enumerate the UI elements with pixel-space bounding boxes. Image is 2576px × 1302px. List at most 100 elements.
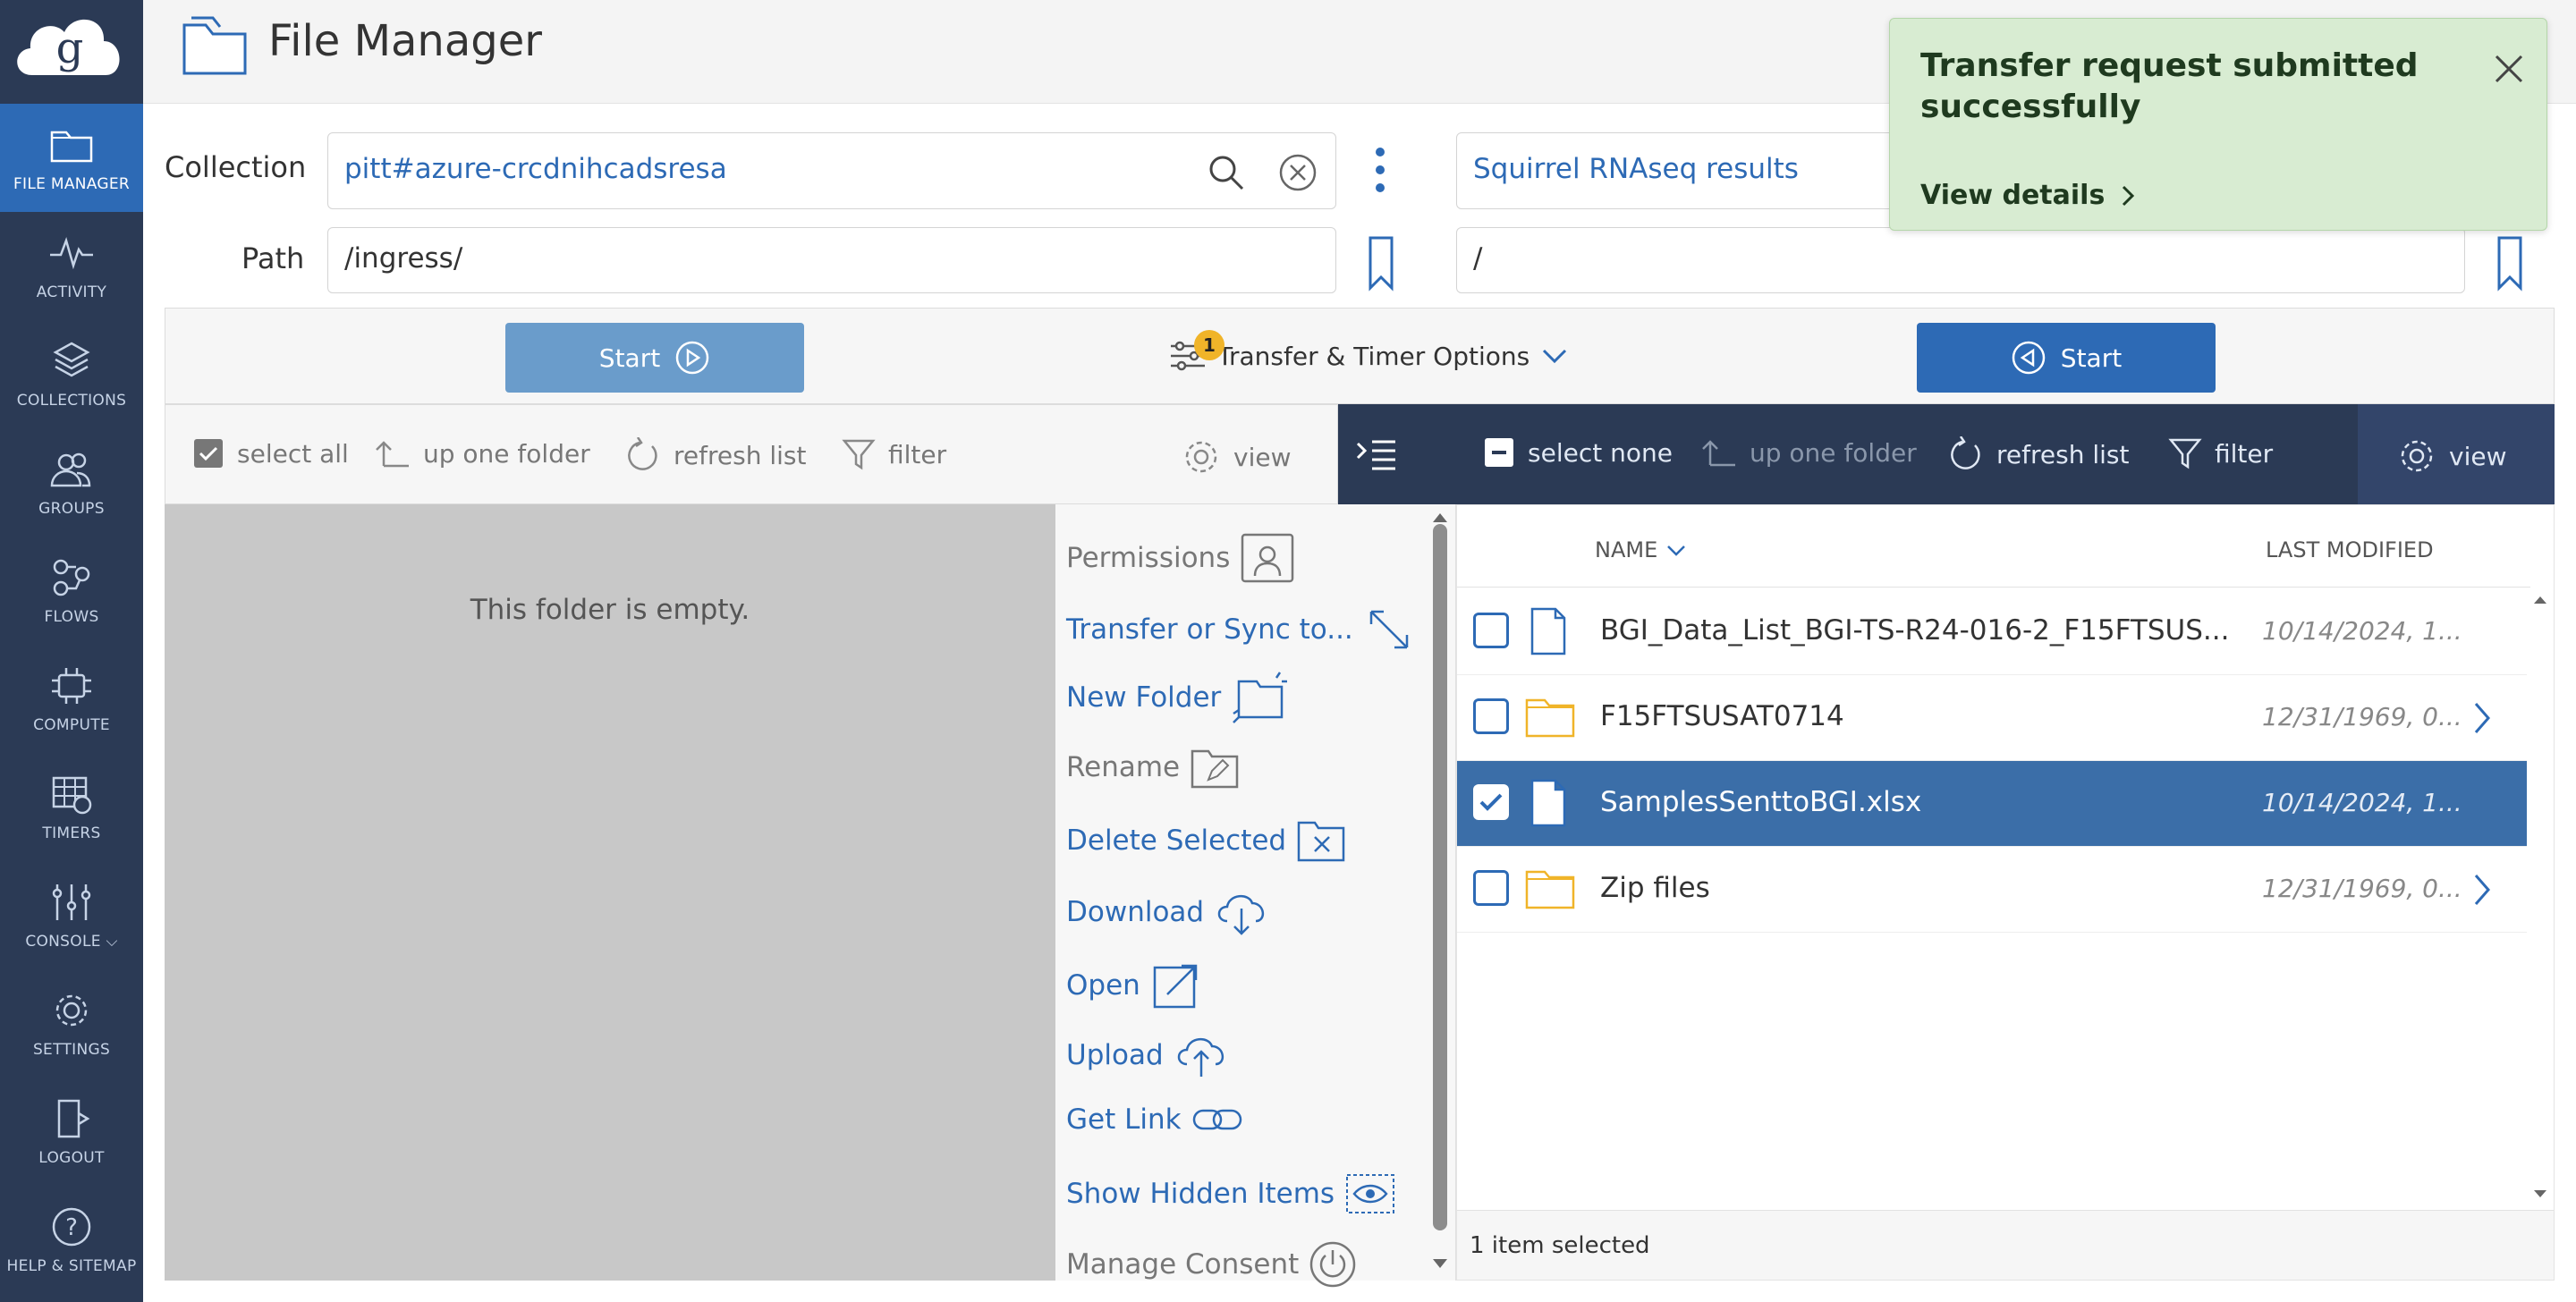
selection-count: 1 item selected	[1470, 1232, 1650, 1259]
up-one-folder-label: up one folder	[423, 438, 590, 469]
path-label: Path	[242, 241, 305, 275]
search-icon[interactable]	[1205, 151, 1248, 194]
sidebar-item-label: FLOWS	[44, 608, 99, 626]
left-path-field[interactable]: /ingress/	[327, 227, 1336, 293]
toggle-panel-icon[interactable]	[1354, 436, 1399, 472]
sidebar-item-label: FILE MANAGER	[13, 175, 131, 193]
chevron-right-icon[interactable]	[2471, 872, 2493, 908]
action-transfer-sync[interactable]: Transfer or Sync to...	[1066, 603, 1416, 656]
file-icon	[1530, 607, 1566, 655]
sidebar-item-groups[interactable]: GROUPS	[0, 428, 143, 537]
sidebar-item-help[interactable]: ? HELP & SITEMAP	[0, 1186, 143, 1294]
action-download[interactable]: Download	[1066, 887, 1270, 937]
name-column-header[interactable]: NAME	[1595, 537, 1688, 562]
sidebar-item-collections[interactable]: COLLECTIONS	[0, 320, 143, 428]
options-count-badge: 1	[1194, 330, 1224, 360]
action-permissions[interactable]: Permissions	[1066, 531, 1296, 585]
action-open[interactable]: Open	[1066, 959, 1203, 1012]
sidebar-item-activity[interactable]: ACTIVITY	[0, 212, 143, 320]
row-checkbox[interactable]	[1473, 870, 1509, 906]
transfer-timer-options-toggle[interactable]: Transfer & Timer Options	[1167, 335, 1571, 376]
select-all-toggle[interactable]: select all	[192, 437, 349, 469]
scroll-up-arrow[interactable]	[1431, 512, 1449, 524]
scroll-down-arrow[interactable]	[2532, 1188, 2548, 1199]
up-folder-icon	[1702, 440, 1735, 467]
table-row[interactable]: BGI_Data_List_BGI-TS-R24-016-2_F15FTSUS.…	[1457, 589, 2527, 675]
svg-text:?: ?	[65, 1214, 78, 1241]
left-collection-field[interactable]: pitt#azure-crcdnihcadsresa	[327, 132, 1336, 209]
action-label: Permissions	[1066, 542, 1231, 574]
sidebar-item-settings[interactable]: SETTINGS	[0, 969, 143, 1078]
right-path-value[interactable]: /	[1473, 242, 1482, 275]
right-start-button[interactable]: Start	[1917, 323, 2216, 393]
sidebar-item-flows[interactable]: FLOWS	[0, 537, 143, 645]
right-path-field[interactable]: /	[1456, 227, 2465, 293]
up-one-folder-button[interactable]: up one folder	[375, 437, 590, 469]
action-show-hidden-items[interactable]: Show Hidden Items	[1066, 1171, 1397, 1216]
left-file-list[interactable]: This folder is empty.	[165, 504, 1055, 1281]
view-details-link[interactable]: View details	[1920, 180, 2137, 211]
row-checkbox-checked[interactable]	[1473, 784, 1509, 820]
view-button[interactable]: view	[2397, 436, 2506, 476]
groups-icon	[50, 452, 91, 487]
sidebar: g FILE MANAGER ACTIVITY COLLECTIONS GROU…	[0, 0, 143, 1302]
bookmark-icon[interactable]	[2496, 234, 2524, 292]
right-file-list: NAME LAST MODIFIED BGI_Data_List_BGI-TS-…	[1456, 504, 2555, 1281]
table-row[interactable]: F15FTSUSAT0714 12/31/1969, 0...	[1457, 675, 2527, 761]
filter-icon	[842, 439, 876, 470]
action-label: Manage Consent	[1066, 1248, 1300, 1281]
view-button[interactable]: view	[1182, 437, 1291, 477]
right-collection-value[interactable]: Squirrel RNAseq results	[1473, 153, 1799, 185]
select-none-label: select none	[1528, 437, 1673, 468]
bookmark-icon[interactable]	[1367, 234, 1395, 292]
toast-notification: Transfer request submitted successfully …	[1889, 18, 2547, 231]
globus-logo[interactable]: g	[0, 0, 143, 104]
file-icon	[1530, 779, 1566, 827]
view-label: view	[1233, 442, 1292, 472]
action-manage-consent[interactable]: Manage Consent	[1066, 1239, 1358, 1289]
last-modified-column-header[interactable]: LAST MODIFIED	[2266, 537, 2434, 562]
more-options-icon[interactable]	[1367, 143, 1394, 197]
action-upload[interactable]: Upload	[1066, 1030, 1230, 1080]
table-row[interactable]: Zip files 12/31/1969, 0...	[1457, 847, 2527, 933]
scroll-up-arrow[interactable]	[2532, 595, 2548, 605]
sidebar-item-compute[interactable]: COMPUTE	[0, 645, 143, 753]
action-label: Rename	[1066, 751, 1181, 783]
chevron-right-icon[interactable]	[2471, 700, 2493, 736]
action-delete-selected[interactable]: Delete Selected	[1066, 816, 1349, 866]
row-checkbox[interactable]	[1473, 698, 1509, 734]
action-label: Upload	[1066, 1039, 1164, 1071]
gear-icon	[1185, 441, 1217, 473]
filter-button[interactable]: filter	[2168, 436, 2273, 470]
refresh-list-button[interactable]: refresh list	[625, 437, 806, 473]
table-row-selected[interactable]: SamplesSenttoBGI.xlsx 10/14/2024, 1...	[1457, 761, 2527, 847]
sidebar-item-file-manager[interactable]: FILE MANAGER	[0, 104, 143, 212]
scroll-down-arrow[interactable]	[1431, 1257, 1449, 1270]
action-rename[interactable]: Rename	[1066, 744, 1242, 790]
row-checkbox[interactable]	[1473, 613, 1509, 648]
select-none-toggle[interactable]: select none	[1483, 436, 1673, 469]
sidebar-item-timers[interactable]: TIMERS	[0, 753, 143, 861]
left-collection-value[interactable]: pitt#azure-crcdnihcadsresa	[344, 153, 727, 185]
left-start-button[interactable]: Start	[505, 323, 804, 393]
close-icon[interactable]	[2491, 51, 2527, 87]
action-label: Get Link	[1066, 1103, 1182, 1136]
action-new-folder[interactable]: New Folder	[1066, 669, 1292, 726]
up-one-folder-button[interactable]: up one folder	[1701, 436, 1917, 469]
empty-folder-message: This folder is empty.	[470, 594, 750, 626]
sidebar-item-console[interactable]: CONSOLE ⌵	[0, 861, 143, 969]
checkbox-icon	[194, 439, 223, 468]
sidebar-item-label: HELP & SITEMAP	[6, 1257, 137, 1275]
action-get-link[interactable]: Get Link	[1066, 1102, 1244, 1137]
filter-button[interactable]: filter	[842, 437, 946, 471]
actions-scrollbar-thumb[interactable]	[1433, 524, 1447, 1230]
name-column-label: NAME	[1595, 537, 1658, 562]
transfer-arrows-icon	[1369, 610, 1409, 649]
left-path-value[interactable]: /ingress/	[344, 242, 462, 275]
sidebar-item-logout[interactable]: LOGOUT	[0, 1078, 143, 1186]
sidebar-item-label: COLLECTIONS	[16, 392, 127, 410]
clear-icon[interactable]	[1276, 151, 1319, 194]
row-name: F15FTSUSAT0714	[1600, 700, 1844, 732]
refresh-list-button[interactable]: refresh list	[1948, 436, 2129, 472]
sidebar-item-label: TIMERS	[42, 824, 101, 842]
